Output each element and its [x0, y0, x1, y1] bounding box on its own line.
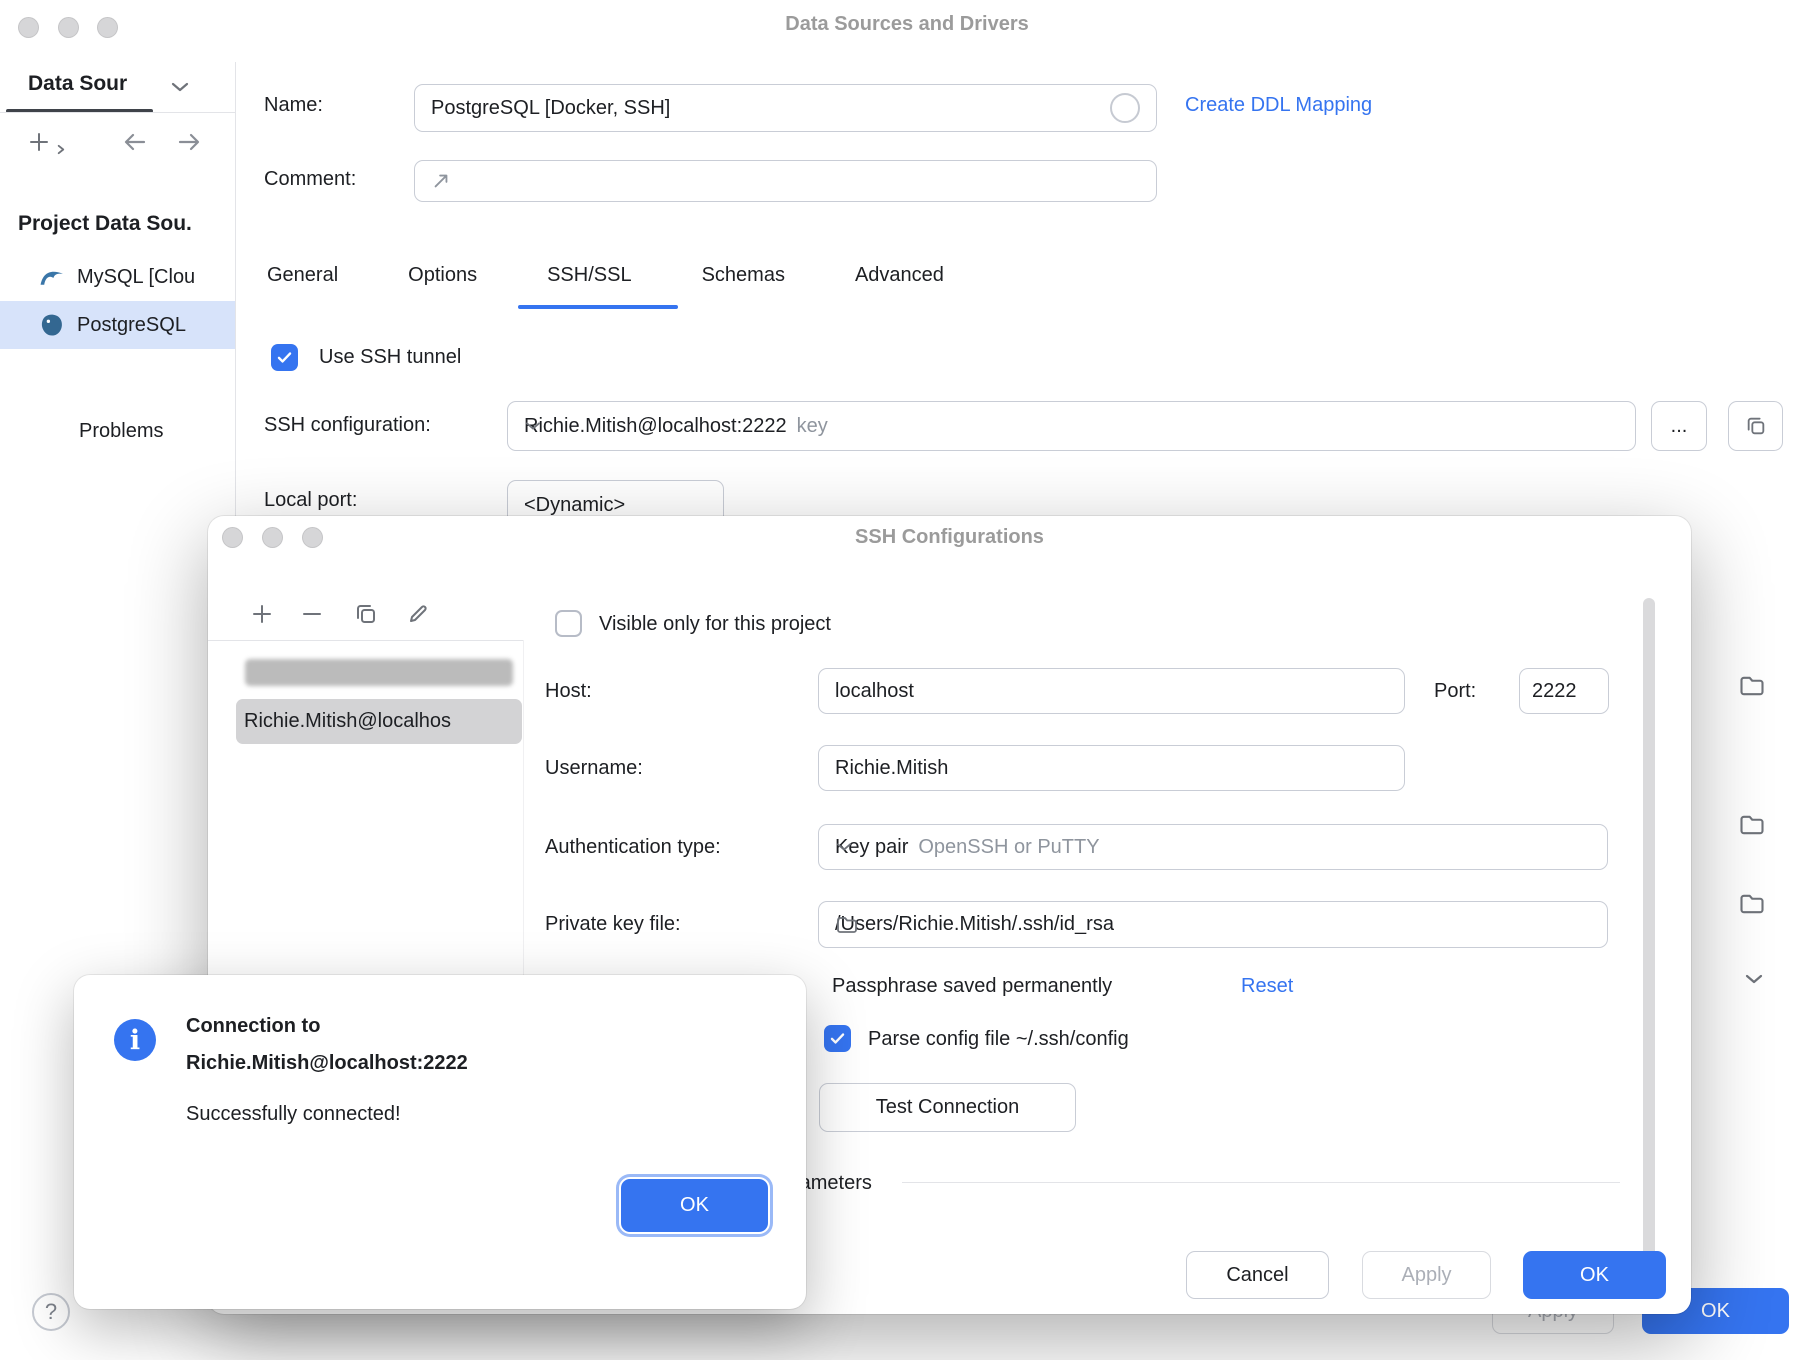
ssh-configuration-value: Richie.Mitish@localhost:2222 — [524, 415, 787, 438]
add-chevron-icon[interactable] — [55, 144, 66, 155]
sidebar-item-mysql[interactable]: MySQL [Clou — [0, 255, 235, 299]
tab-advanced[interactable]: Advanced — [855, 264, 944, 287]
popup-title-line1: Connection to — [186, 1015, 320, 1038]
dialog-cancel-button[interactable]: Cancel — [1186, 1251, 1329, 1299]
add-config-icon[interactable] — [250, 602, 274, 626]
tab-options[interactable]: Options — [408, 264, 477, 287]
tab-schemas[interactable]: Schemas — [702, 264, 785, 287]
auth-type-label: Authentication type: — [545, 836, 721, 859]
reset-passphrase-link[interactable]: Reset — [1241, 975, 1293, 998]
remove-config-icon[interactable] — [300, 602, 324, 626]
username-label: Username: — [545, 757, 643, 780]
parse-config-checkbox[interactable] — [824, 1025, 851, 1052]
ssh-configuration-label: SSH configuration: — [264, 414, 431, 437]
use-ssh-tunnel-checkbox[interactable] — [271, 344, 298, 371]
sidebar-header-divider — [0, 112, 235, 113]
auth-type-hint: OpenSSH or PuTTY — [918, 836, 1099, 859]
redacted-config-item[interactable] — [245, 659, 513, 686]
host-value: localhost — [835, 680, 914, 703]
use-ssh-tunnel-label: Use SSH tunnel — [319, 346, 461, 369]
copy-ssh-config-button[interactable] — [1728, 401, 1783, 451]
local-port-value: <Dynamic> — [524, 494, 625, 517]
chevron-down-icon — [835, 841, 853, 853]
popup-body-text: Successfully connected! — [186, 1103, 401, 1126]
folder-icon[interactable] — [835, 913, 859, 937]
popup-title-line2: Richie.Mitish@localhost:2222 — [186, 1052, 468, 1075]
chevron-down-icon — [524, 420, 542, 432]
chevron-down-icon[interactable] — [1744, 972, 1764, 986]
private-key-value: /Users/Richie.Mitish/.ssh/id_rsa — [835, 913, 1114, 936]
config-list-item-selected[interactable]: Richie.Mitish@localhos — [236, 699, 522, 744]
host-input[interactable]: localhost — [818, 668, 1405, 714]
postgresql-icon — [38, 312, 65, 339]
private-key-label: Private key file: — [545, 913, 681, 936]
dialog-ok-button[interactable]: OK — [1523, 1251, 1666, 1299]
section-divider — [902, 1182, 1620, 1183]
toolbar-divider — [208, 640, 523, 641]
comment-label: Comment: — [264, 168, 356, 191]
name-label: Name: — [264, 94, 323, 117]
host-label: Host: — [545, 680, 592, 703]
ssh-configuration-badge: key — [797, 415, 828, 438]
username-value: Richie.Mitish — [835, 757, 948, 780]
mysql-icon — [38, 264, 65, 291]
browse-ssh-config-button[interactable]: ... — [1651, 401, 1707, 451]
browse-folder-icon[interactable] — [1738, 672, 1766, 700]
create-ddl-mapping-link[interactable]: Create DDL Mapping — [1185, 94, 1372, 117]
spinner-circle-icon — [1110, 93, 1140, 123]
copy-config-icon[interactable] — [354, 602, 378, 626]
name-value: PostgreSQL [Docker, SSH] — [431, 97, 670, 120]
parse-config-label: Parse config file ~/.ssh/config — [868, 1028, 1129, 1051]
connection-success-popup: i Connection to Richie.Mitish@localhost:… — [74, 975, 806, 1309]
browse-folder-icon[interactable] — [1738, 890, 1766, 918]
sidebar-item-postgresql[interactable]: PostgreSQL — [0, 301, 235, 349]
chevron-down-icon[interactable] — [170, 80, 190, 94]
selected-tab-underline — [518, 305, 678, 309]
ssh-configuration-select[interactable]: Richie.Mitish@localhost:2222 key — [507, 401, 1636, 451]
port-label: Port: — [1434, 680, 1476, 703]
add-data-source-icon[interactable] — [27, 130, 51, 154]
browse-folder-icon[interactable] — [1738, 811, 1766, 839]
port-value: 2222 — [1532, 680, 1577, 703]
sidebar-item-label: PostgreSQL — [77, 314, 186, 337]
data-sources-window: Data Sources and Drivers Data Sour Proje… — [0, 0, 1814, 1360]
local-port-label: Local port: — [264, 489, 357, 512]
info-icon: i — [114, 1019, 156, 1061]
edit-pencil-icon[interactable] — [406, 602, 430, 626]
sidebar-item-label: MySQL [Clou — [77, 266, 195, 289]
dialog-title: SSH Configurations — [208, 526, 1691, 549]
visible-only-checkbox[interactable] — [555, 610, 582, 637]
expand-icon[interactable] — [431, 171, 451, 191]
forward-arrow-icon[interactable] — [176, 130, 202, 154]
help-button[interactable]: ? — [32, 1293, 70, 1331]
popup-ok-button[interactable]: OK — [621, 1179, 768, 1232]
test-connection-button[interactable]: Test Connection — [819, 1083, 1076, 1132]
project-data-sources-heading: Project Data Sou. — [18, 212, 192, 236]
auth-type-select[interactable]: Key pair OpenSSH or PuTTY — [818, 824, 1608, 870]
config-item-label: Richie.Mitish@localhos — [244, 710, 451, 733]
tab-ssh-ssl[interactable]: SSH/SSL — [547, 264, 631, 287]
port-input[interactable]: 2222 — [1519, 668, 1609, 714]
sidebar-item-problems[interactable]: Problems — [79, 420, 163, 443]
dialog-apply-button[interactable]: Apply — [1362, 1251, 1491, 1299]
visible-only-label: Visible only for this project — [599, 613, 831, 636]
username-input[interactable]: Richie.Mitish — [818, 745, 1405, 791]
tab-general[interactable]: General — [267, 264, 338, 287]
comment-input[interactable] — [414, 160, 1157, 202]
sidebar-header: Data Sour — [28, 72, 127, 96]
back-arrow-icon[interactable] — [122, 130, 148, 154]
name-input[interactable]: PostgreSQL [Docker, SSH] — [414, 84, 1157, 132]
scrollbar[interactable] — [1643, 598, 1655, 1274]
passphrase-status-text: Passphrase saved permanently — [832, 975, 1112, 998]
window-title: Data Sources and Drivers — [0, 13, 1814, 36]
private-key-input[interactable]: /Users/Richie.Mitish/.ssh/id_rsa — [818, 901, 1608, 948]
